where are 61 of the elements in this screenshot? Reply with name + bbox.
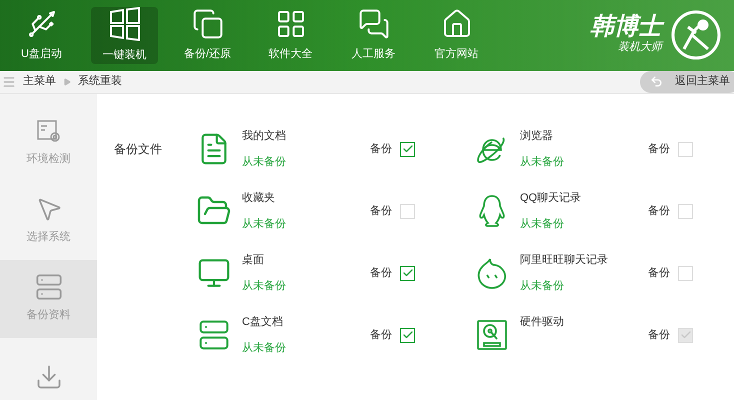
checkbox-label: 备份 xyxy=(648,266,670,281)
backup-status: 从未备份 xyxy=(242,217,287,232)
list-icon xyxy=(2,74,16,88)
nav-tab[interactable]: 软件大全 xyxy=(257,7,324,64)
checkbox-label: 备份 xyxy=(370,204,392,219)
nav-tab[interactable]: 人工服务 xyxy=(340,7,407,64)
item-name: 硬件驱动 xyxy=(520,314,565,330)
backup-status: 从未备份 xyxy=(242,155,287,170)
chevron-icon xyxy=(63,78,71,86)
copy-icon xyxy=(192,8,224,40)
sidebar-label: 环境检测 xyxy=(26,152,70,168)
backup-status: 从未备份 xyxy=(520,217,565,232)
logo-icon xyxy=(670,9,722,62)
nav-tab[interactable]: 官方网站 xyxy=(423,7,490,64)
check-icon xyxy=(402,329,414,341)
item-name: 我的文档 xyxy=(242,128,287,144)
sidebar-label: 备份资料 xyxy=(26,308,70,324)
backup-status: 从未备份 xyxy=(520,279,565,294)
penguin-icon xyxy=(477,194,507,228)
server-icon xyxy=(34,273,62,302)
hard-drive-icon xyxy=(476,319,508,351)
nav-tab[interactable]: 备份/还原 xyxy=(174,7,241,64)
item-name: 收藏夹 xyxy=(242,190,276,206)
checkbox[interactable] xyxy=(400,266,415,280)
checkbox-label: 备份 xyxy=(648,142,670,157)
checkbox[interactable] xyxy=(400,142,415,156)
logo-subtitle: 装机大师 xyxy=(618,40,662,55)
sidebar-label: 选择系统 xyxy=(26,230,70,246)
breadcrumb-link[interactable]: 主菜单 xyxy=(23,73,56,90)
checkbox-label: 备份 xyxy=(648,328,670,343)
breadcrumb-current: 系统重装 xyxy=(78,74,122,90)
nav-tab[interactable]: 一键装机 xyxy=(91,7,158,64)
logo-title: 韩博士 xyxy=(590,15,662,39)
checkbox-label: 备份 xyxy=(370,142,392,157)
monitor-icon xyxy=(197,256,231,290)
item-name: 浏览器 xyxy=(520,128,554,144)
backup-status: 从未备份 xyxy=(242,341,287,356)
item-name: 桌面 xyxy=(242,252,265,268)
backup-status: 从未备份 xyxy=(242,279,287,294)
download-icon xyxy=(34,362,62,390)
section-label: 备份文件 xyxy=(114,140,163,156)
chat-bubbles-icon xyxy=(358,8,390,40)
back-button[interactable]: 返回主菜单 xyxy=(640,70,734,92)
item-name: 阿里旺旺聊天记录 xyxy=(520,252,609,268)
item-name: QQ聊天记录 xyxy=(520,190,582,206)
checkbox-label: 备份 xyxy=(648,204,670,219)
checkbox-label: 备份 xyxy=(370,266,392,281)
check-icon xyxy=(680,329,692,341)
undo-icon xyxy=(650,75,663,88)
server-icon xyxy=(198,319,230,351)
sidebar-item[interactable]: 选择系统 xyxy=(0,182,97,260)
checkbox-label: 备份 xyxy=(370,328,392,343)
item-name: C盘文档 xyxy=(242,314,284,330)
checkbox[interactable] xyxy=(400,328,415,342)
droplet-face-icon xyxy=(476,256,508,290)
check-icon xyxy=(402,267,414,279)
window-grid-icon xyxy=(108,7,142,41)
sidebar-item[interactable]: 环境检测 xyxy=(0,104,97,182)
nav-tab[interactable]: U盘启动 xyxy=(8,7,75,64)
backup-status: 从未备份 xyxy=(520,155,565,170)
check-icon xyxy=(402,143,414,155)
